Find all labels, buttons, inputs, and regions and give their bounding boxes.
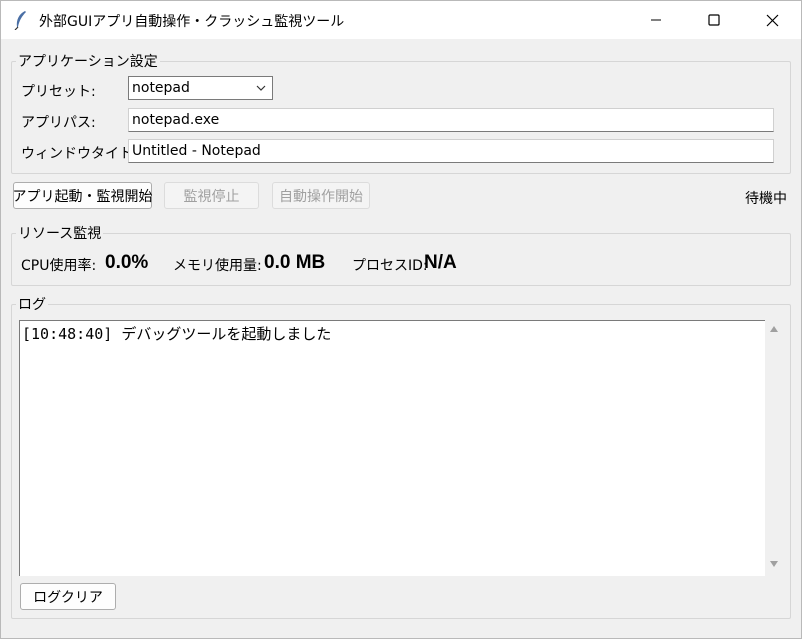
- stop-monitor-button[interactable]: 監視停止: [164, 182, 259, 209]
- app-path-label: アプリパス:: [21, 115, 96, 131]
- minimize-icon: [651, 19, 661, 21]
- scroll-up-icon[interactable]: [769, 325, 779, 333]
- app-window: 外部GUIアプリ自動操作・クラッシュ監視ツール アプリケーション設定 プリセット…: [0, 0, 802, 639]
- preset-label: プリセット:: [21, 84, 96, 100]
- minimize-button[interactable]: [627, 1, 685, 39]
- log-legend: ログ: [18, 297, 46, 313]
- clear-log-button[interactable]: ログクリア: [20, 583, 116, 610]
- settings-legend: アプリケーション設定: [18, 54, 158, 70]
- scroll-down-icon[interactable]: [769, 560, 779, 568]
- feather-icon: [14, 11, 26, 30]
- pid-value: N/A: [424, 252, 457, 273]
- title-bar[interactable]: 外部GUIアプリ自動操作・クラッシュ監視ツール: [1, 1, 801, 39]
- cpu-value: 0.0%: [105, 252, 149, 273]
- log-scrollbar[interactable]: [765, 320, 783, 576]
- app-path-input[interactable]: notepad.exe: [128, 108, 774, 132]
- memory-value: 0.0 MB: [264, 252, 326, 273]
- close-icon: [766, 14, 778, 26]
- maximize-icon: [708, 14, 720, 26]
- status-text: 待機中: [745, 191, 787, 207]
- log-line: [10:48:40] デバッグツールを起動しました: [22, 325, 332, 343]
- window-title: 外部GUIアプリ自動操作・クラッシュ監視ツール: [39, 14, 345, 30]
- window-title-input[interactable]: Untitled - Notepad: [128, 139, 774, 163]
- memory-label: メモリ使用量:: [173, 258, 262, 274]
- maximize-button[interactable]: [685, 1, 743, 39]
- start-monitor-button[interactable]: アプリ起動・監視開始: [13, 182, 153, 209]
- resource-legend: リソース監視: [18, 226, 102, 242]
- chevron-down-icon: [256, 85, 266, 91]
- log-textarea[interactable]: [10:48:40] デバッグツールを起動しました: [19, 320, 765, 576]
- auto-operation-button[interactable]: 自動操作開始: [272, 182, 370, 209]
- cpu-label: CPU使用率:: [21, 258, 97, 274]
- close-button[interactable]: [743, 1, 801, 39]
- pid-label: プロセスID:: [352, 258, 428, 274]
- preset-combobox[interactable]: notepad: [128, 76, 273, 100]
- preset-value: notepad: [132, 80, 190, 96]
